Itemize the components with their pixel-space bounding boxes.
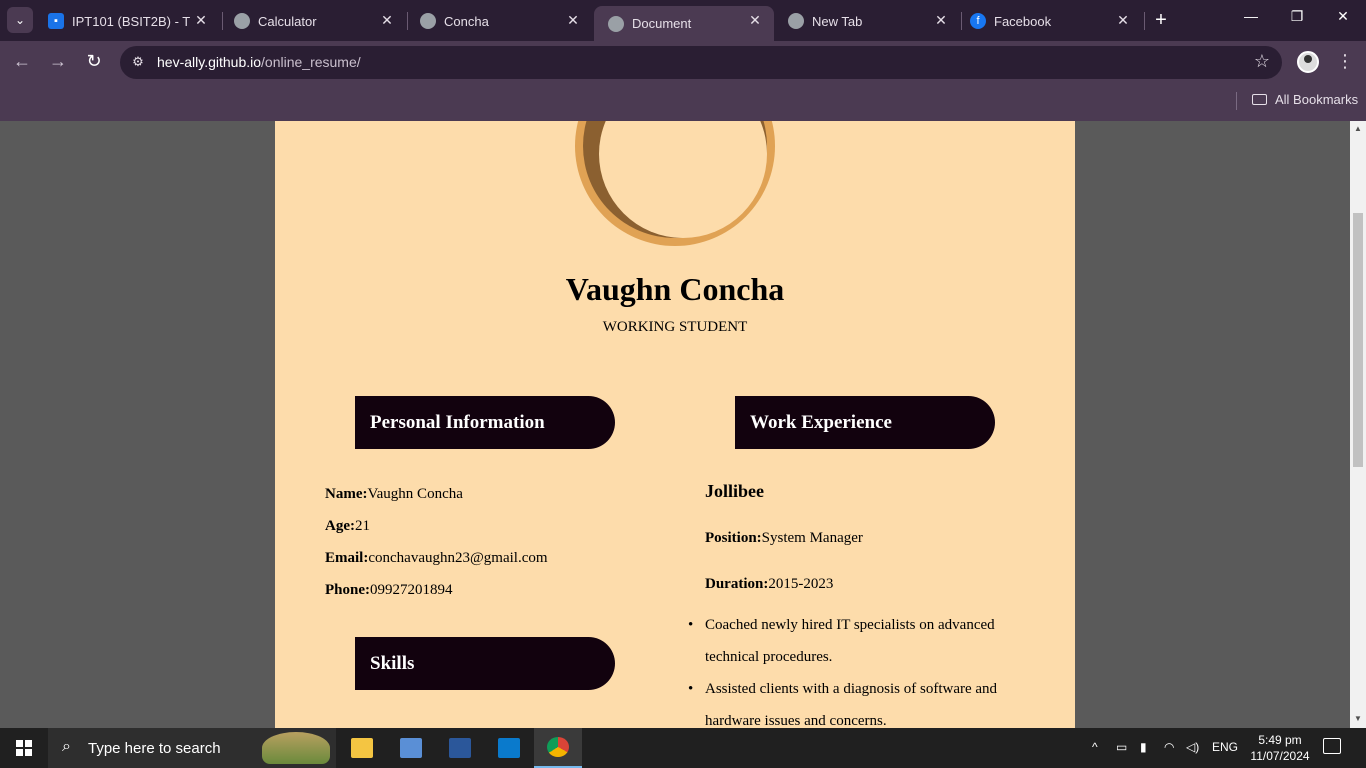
close-tab-icon[interactable]: ✕ <box>192 12 210 29</box>
close-tab-icon[interactable]: ✕ <box>1114 12 1132 29</box>
resume-card: Vaughn Concha WORKING STUDENT Personal I… <box>275 121 1075 728</box>
close-tab-icon[interactable]: ✕ <box>564 12 582 29</box>
tab-new-tab[interactable]: New Tab ✕ <box>774 6 960 36</box>
windows-taskbar: ⌕ Type here to search ^ ▭ ▮ ◠ ◁) ENG 5:4… <box>0 728 1366 768</box>
chrome-icon <box>788 13 804 29</box>
tab-strip: ⌄ ▪ IPT101 (BSIT2B) - TTH ✕ Calculator ✕… <box>0 0 1366 41</box>
bookmark-star-icon[interactable]: ☆ <box>1254 51 1270 72</box>
tab-concha[interactable]: Concha ✕ <box>406 6 592 36</box>
personal-info-heading: Personal Information <box>355 396 615 449</box>
vscode-app[interactable] <box>485 728 533 768</box>
skills-heading: Skills <box>355 637 615 690</box>
tab-search-button[interactable]: ⌄ <box>7 7 33 33</box>
globe-icon <box>234 13 250 29</box>
meet-icon[interactable]: ▭ <box>1116 740 1127 754</box>
wifi-icon[interactable]: ◠ <box>1164 740 1174 754</box>
classroom-icon: ▪ <box>48 13 64 29</box>
facebook-icon: f <box>970 13 986 29</box>
list-item: Assisted clients with a diagnosis of sof… <box>688 673 1035 728</box>
back-button[interactable]: ← <box>10 51 34 72</box>
close-tab-icon[interactable]: ✕ <box>378 12 396 29</box>
work-position: Position:System Manager <box>705 530 863 546</box>
field-phone: Phone:09927201894 <box>325 582 453 598</box>
all-bookmarks-button[interactable]: All Bookmarks <box>1252 92 1358 107</box>
resume-name: Vaughn Concha <box>565 271 785 307</box>
windows-logo-icon <box>16 740 32 756</box>
field-email: Email:conchavaughn23@gmail.com <box>325 550 548 566</box>
close-tab-icon[interactable]: ✕ <box>746 12 764 29</box>
close-window-button[interactable]: ✕ <box>1328 8 1358 25</box>
tab-document[interactable]: Document ✕ <box>594 6 774 41</box>
vscode-icon <box>498 738 520 758</box>
search-highlight-image <box>262 732 330 764</box>
scroll-down-icon[interactable]: ▼ <box>1354 714 1362 723</box>
page-viewport: Vaughn Concha WORKING STUDENT Personal I… <box>0 121 1350 728</box>
close-tab-icon[interactable]: ✕ <box>932 12 950 29</box>
resume-role: WORKING STUDENT <box>602 319 748 335</box>
folder-icon <box>351 738 373 758</box>
field-age: Age:21 <box>325 518 370 534</box>
minimize-button[interactable]: — <box>1236 8 1266 24</box>
folder-icon <box>1252 94 1267 105</box>
url-text[interactable]: hev-ally.github.io/online_resume/ <box>157 54 361 70</box>
tab-calculator[interactable]: Calculator ✕ <box>220 6 406 36</box>
work-duties-list: Coached newly hired IT specialists on ad… <box>688 609 1035 728</box>
tab-ipt101[interactable]: ▪ IPT101 (BSIT2B) - TTH ✕ <box>34 6 220 36</box>
address-bar[interactable]: ⚙ hev-ally.github.io/online_resume/ ☆ <box>120 46 1282 79</box>
new-tab-button[interactable]: + <box>1151 9 1171 32</box>
profile-photo <box>575 121 775 246</box>
taskbar-search[interactable]: ⌕ Type here to search <box>48 728 336 768</box>
field-name: Name:Vaughn Concha <box>325 486 463 502</box>
chevron-down-icon: ⌄ <box>14 13 26 27</box>
chrome-icon <box>547 737 569 757</box>
volume-icon[interactable]: ◁) <box>1186 740 1199 754</box>
computer-icon <box>400 738 422 758</box>
tab-facebook[interactable]: f Facebook ✕ <box>956 6 1142 36</box>
bookmarks-bar: All Bookmarks <box>0 84 1366 121</box>
restore-button[interactable]: ❐ <box>1282 8 1312 25</box>
profile-avatar[interactable] <box>1297 51 1319 73</box>
work-company: Jollibee <box>705 481 764 501</box>
word-app[interactable] <box>436 728 484 768</box>
start-button[interactable] <box>0 728 48 768</box>
scroll-thumb[interactable] <box>1353 213 1363 467</box>
chrome-app[interactable] <box>534 728 582 768</box>
work-duration: Duration:2015-2023 <box>705 576 834 592</box>
list-item: Coached newly hired IT specialists on ad… <box>688 609 1035 673</box>
page-scrollbar[interactable]: ▲ ▼ <box>1350 121 1366 728</box>
file-explorer-app[interactable] <box>338 728 386 768</box>
globe-icon <box>420 13 436 29</box>
reload-button[interactable]: ↻ <box>82 51 106 72</box>
work-experience-heading: Work Experience <box>735 396 995 449</box>
battery-icon[interactable]: ▮ <box>1140 740 1147 754</box>
word-icon <box>449 738 471 758</box>
control-panel-app[interactable] <box>387 728 435 768</box>
scroll-up-icon[interactable]: ▲ <box>1354 124 1362 133</box>
forward-button[interactable]: → <box>46 51 70 72</box>
notification-icon[interactable] <box>1323 738 1341 754</box>
language-indicator[interactable]: ENG <box>1212 740 1238 754</box>
menu-kebab-icon[interactable]: ⋮ <box>1336 51 1354 72</box>
search-icon: ⌕ <box>62 738 71 755</box>
clock[interactable]: 5:49 pm 11/07/2024 <box>1244 732 1316 764</box>
chevron-up-icon[interactable]: ^ <box>1092 740 1098 754</box>
globe-icon <box>608 15 624 32</box>
site-info-icon[interactable]: ⚙ <box>130 54 146 70</box>
browser-toolbar: ← → ↻ ⚙ hev-ally.github.io/online_resume… <box>0 41 1366 84</box>
